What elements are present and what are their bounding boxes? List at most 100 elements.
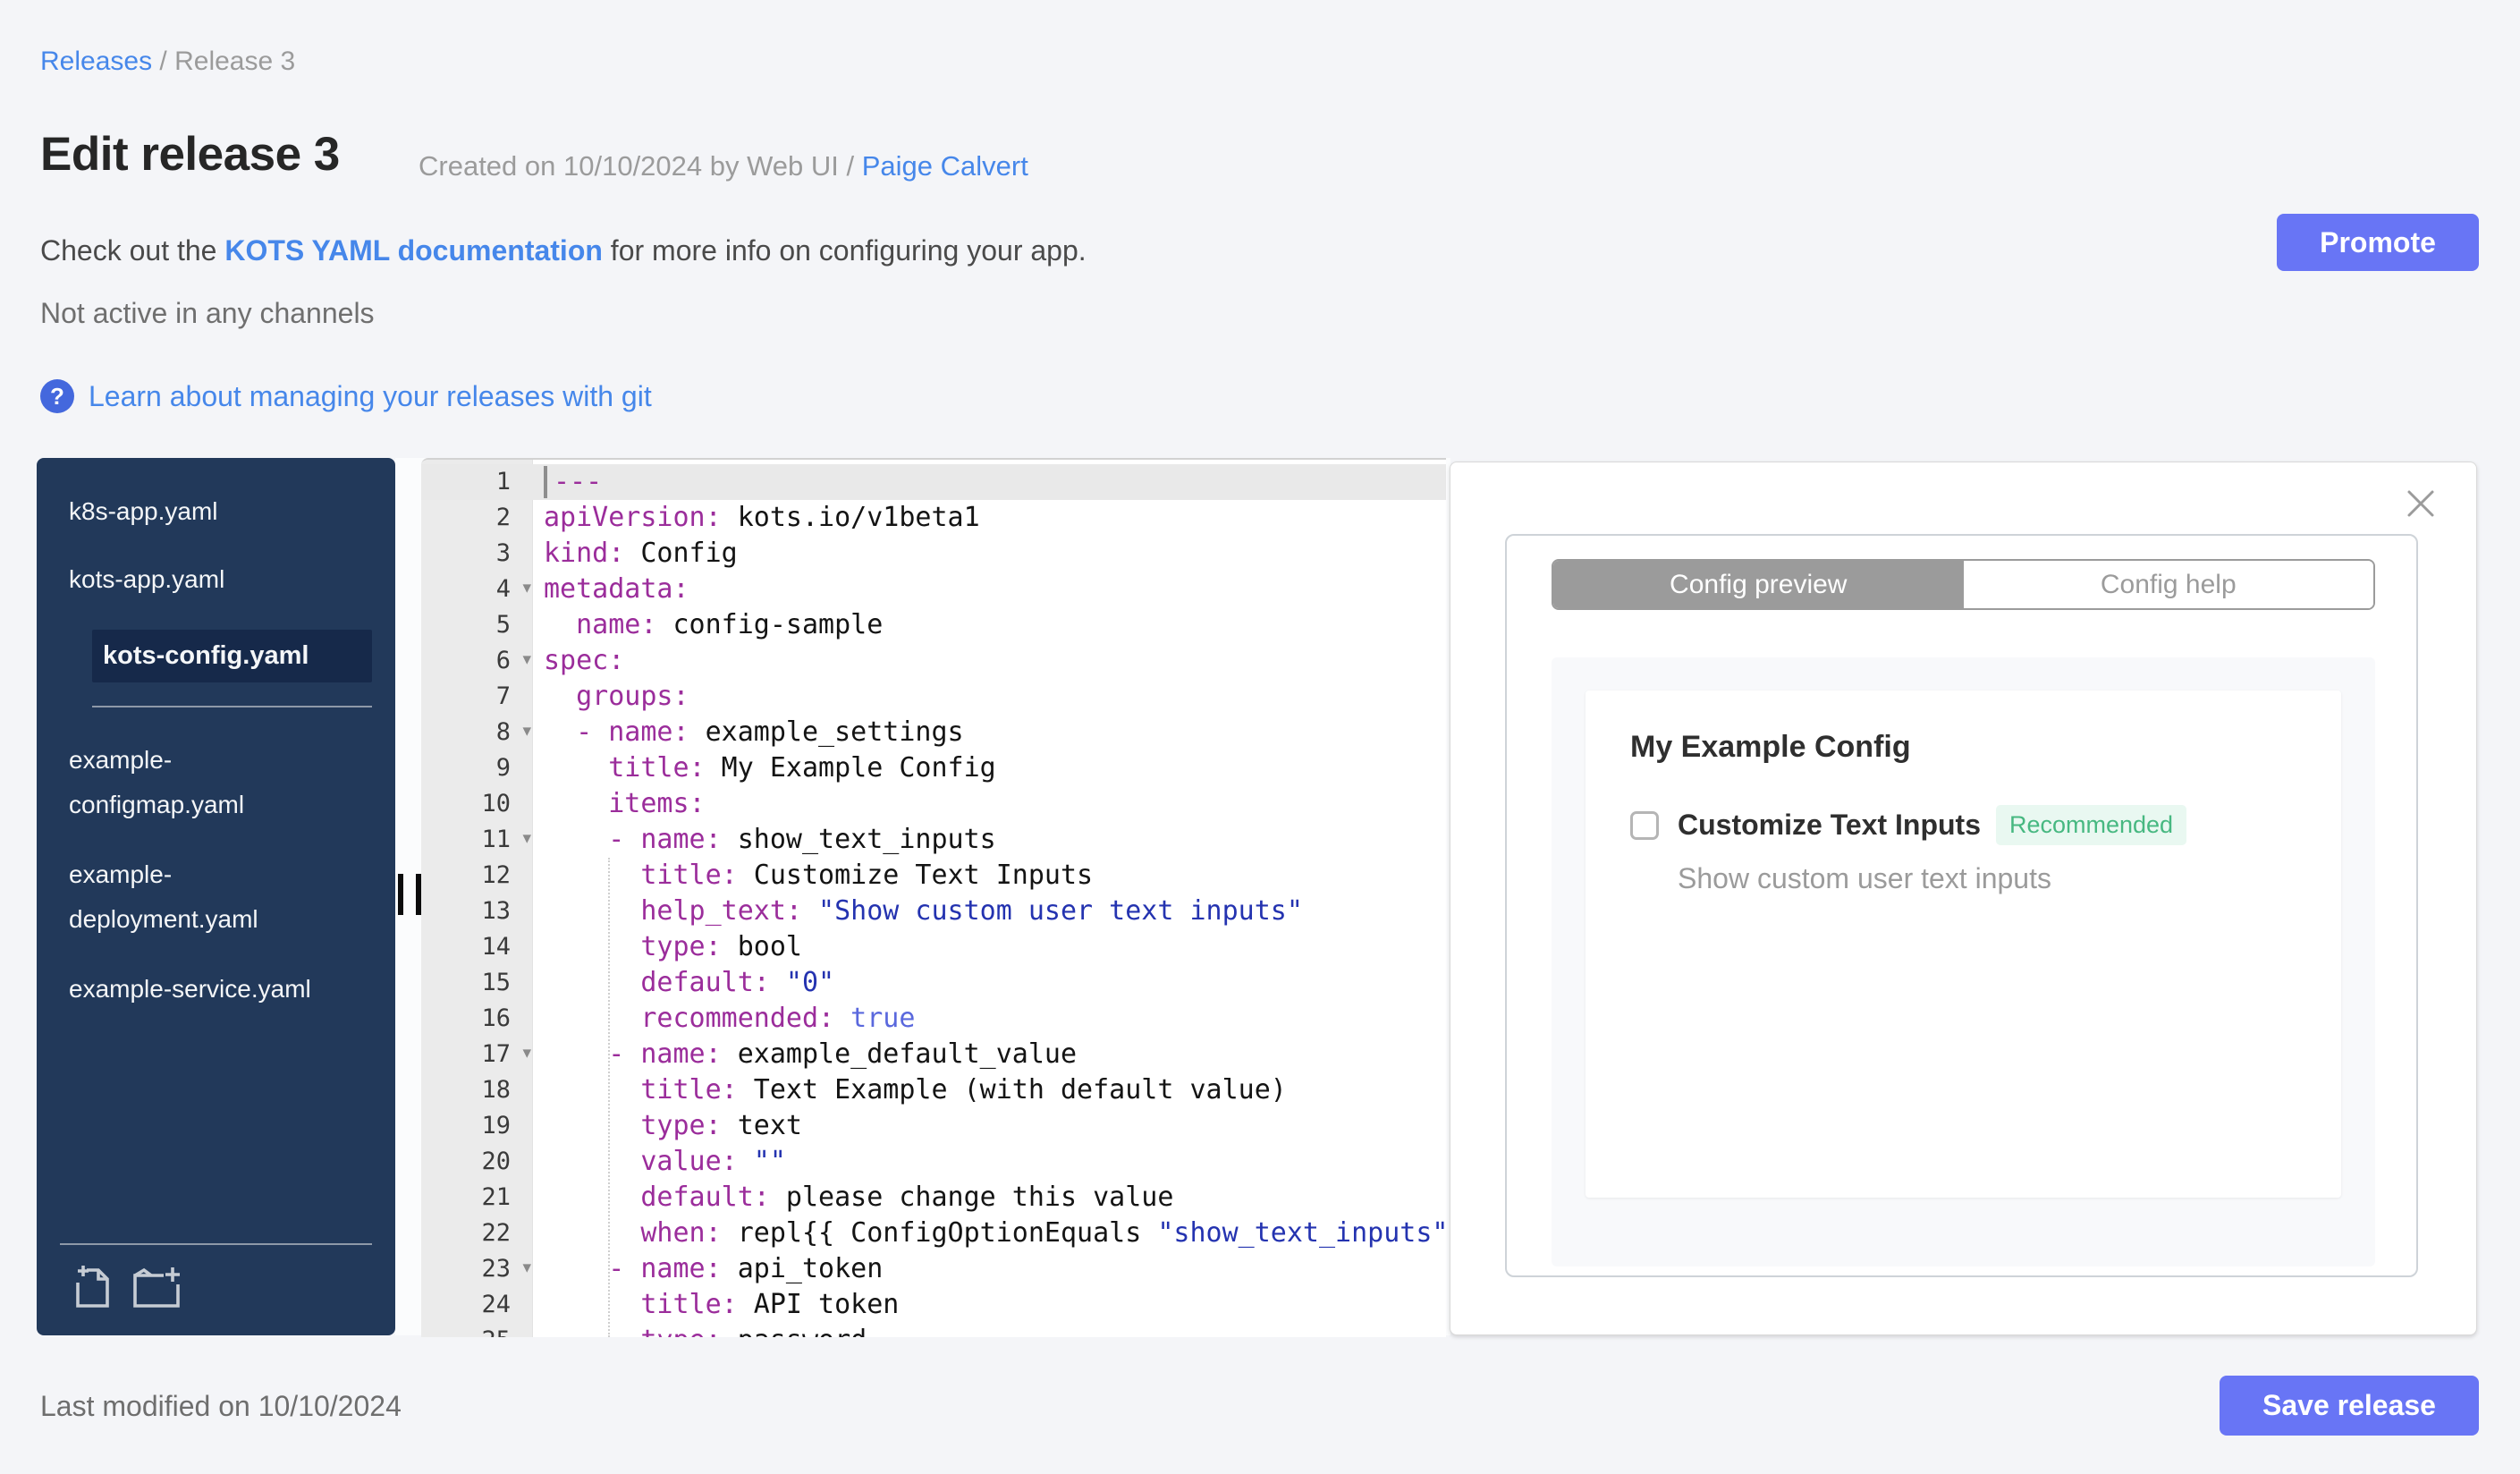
promote-button[interactable]: Promote [2277,214,2479,271]
code-text[interactable]: groups: [532,679,1446,715]
code-line-20[interactable]: 20 value: "" [421,1144,1446,1180]
sidebar-divider [92,706,372,707]
breadcrumb-separator: / [152,47,175,76]
fold-arrow-icon[interactable]: ▾ [522,1035,531,1071]
code-text[interactable]: name: config-sample [532,607,1446,643]
line-number: 11 ▾ [421,822,532,858]
tab-config-help[interactable]: Config help [1963,561,2373,608]
code-text[interactable]: title: Customize Text Inputs [532,858,1446,894]
sidebar-file-selected[interactable]: kots-config.yaml [92,630,372,682]
code-text[interactable]: - name: example_default_value [532,1037,1446,1072]
code-text[interactable]: - name: api_token [532,1251,1446,1287]
fold-arrow-icon[interactable]: ▾ [522,820,531,856]
code-line-13[interactable]: 13 help_text: "Show custom user text inp… [421,894,1446,929]
docs-text-after: for more info on configuring your app. [602,234,1087,267]
code-line-4[interactable]: 4 ▾ metadata: [421,572,1446,607]
sidebar-file-example-service-yaml[interactable]: example-service.yaml [69,967,328,1012]
tab-config-preview[interactable]: Config preview [1553,561,1964,608]
code-line-23[interactable]: 23 ▾ - name: api_token [421,1251,1446,1287]
breadcrumb-current: Release 3 [174,47,296,76]
code-text[interactable]: title: My Example Config [532,750,1446,786]
code-text[interactable]: --- [532,464,1446,500]
code-line-7[interactable]: 7 groups: [421,679,1446,715]
code-line-24[interactable]: 24 title: API token [421,1287,1446,1323]
yaml-editor[interactable]: 1 --- 2 apiVersion: kots.io/v1beta1 3 kind: C… [421,458,1446,1337]
code-text[interactable]: type: text [532,1108,1446,1144]
code-line-19[interactable]: 19 type: text [421,1108,1446,1144]
code-lines[interactable]: 1 --- 2 apiVersion: kots.io/v1beta1 3 kind: C… [421,460,1446,1337]
git-releases-link[interactable]: Learn about managing your releases with … [89,380,652,413]
line-number: 14 [481,933,511,961]
code-line-5[interactable]: 5 name: config-sample [421,607,1446,643]
config-group-title: My Example Config [1630,730,1911,764]
fold-arrow-icon[interactable]: ▾ [522,641,531,677]
code-line-18[interactable]: 18 title: Text Example (with default val… [421,1072,1446,1108]
line-number: 19 [481,1112,511,1139]
code-text[interactable]: spec: [532,643,1446,679]
code-text[interactable]: metadata: [532,572,1446,607]
new-file-icon[interactable] [69,1263,112,1314]
created-line: Created on 10/10/2024 by Web UI / Paige … [419,150,1028,182]
code-text[interactable]: title: API token [532,1287,1446,1323]
line-number: 22 [481,1219,511,1247]
code-text[interactable]: value: "" [532,1144,1446,1180]
code-line-22[interactable]: 22 when: repl{{ ConfigOptionEquals "show… [421,1216,1446,1251]
code-text[interactable]: default: please change this value [532,1180,1446,1216]
close-icon[interactable] [2405,487,2437,520]
code-text[interactable]: apiVersion: kots.io/v1beta1 [532,500,1446,536]
code-text[interactable]: when: repl{{ ConfigOptionEquals "show_te… [532,1216,1446,1251]
fold-arrow-icon[interactable]: ▾ [522,713,531,749]
code-line-15[interactable]: 15 default: "0" [421,965,1446,1001]
code-text[interactable]: - name: example_settings [532,715,1446,750]
code-text[interactable]: - name: show_text_inputs [532,822,1446,858]
line-number: 13 [481,897,511,925]
code-line-8[interactable]: 8 ▾ - name: example_settings [421,715,1446,750]
code-text[interactable]: recommended: true [532,1001,1446,1037]
config-item-label: Customize Text Inputs [1678,809,1981,841]
code-line-25[interactable]: 25 type: password [421,1323,1446,1337]
question-icon[interactable]: ? [40,379,74,413]
code-line-12[interactable]: 12 title: Customize Text Inputs [421,858,1446,894]
line-number: 20 [481,1148,511,1175]
sidebar-file-k8s-app-yaml[interactable]: k8s-app.yaml [69,494,328,529]
code-line-17[interactable]: 17 ▾ - name: example_default_value [421,1037,1446,1072]
code-line-21[interactable]: 21 default: please change this value [421,1180,1446,1216]
code-line-10[interactable]: 10 items: [421,786,1446,822]
preview-body: My Example Config Customize Text Inputs … [1552,657,2375,1266]
code-text[interactable]: help_text: "Show custom user text inputs… [532,894,1446,929]
line-number: 18 [481,1076,511,1104]
code-line-1[interactable]: 1 --- [421,464,1446,500]
file-list: k8s-app.yaml kots-app.yaml kots-config.ya… [37,458,395,1012]
code-text[interactable]: items: [532,786,1446,822]
customize-text-inputs-checkbox[interactable] [1630,810,1659,840]
code-line-3[interactable]: 3 kind: Config [421,536,1446,572]
line-number: 9 [495,754,511,782]
code-text[interactable]: type: bool [532,929,1446,965]
fold-arrow-icon[interactable]: ▾ [522,570,531,606]
new-folder-icon[interactable] [131,1263,183,1314]
sidebar-file-example-deployment-yaml[interactable]: example-deployment.yaml [69,852,328,942]
code-text[interactable]: title: Text Example (with default value) [532,1072,1446,1108]
code-text[interactable]: default: "0" [532,965,1446,1001]
created-by-link[interactable]: Paige Calvert [862,150,1028,182]
fold-arrow-icon[interactable]: ▾ [522,1250,531,1285]
code-line-6[interactable]: 6 ▾ spec: [421,643,1446,679]
text-cursor [544,466,547,498]
config-render-card: My Example Config Customize Text Inputs … [1586,690,2341,1198]
code-line-16[interactable]: 16 recommended: true [421,1001,1446,1037]
code-line-11[interactable]: 11 ▾ - name: show_text_inputs [421,822,1446,858]
breadcrumb-releases-link[interactable]: Releases [40,47,152,76]
indent-guide [608,858,610,1337]
code-line-9[interactable]: 9 title: My Example Config [421,750,1446,786]
code-text[interactable]: kind: Config [532,536,1446,572]
code-line-14[interactable]: 14 type: bool [421,929,1446,965]
sidebar-file-example-configmap-yaml[interactable]: example-configmap.yaml [69,738,328,827]
sidebar-file-kots-app-yaml[interactable]: kots-app.yaml [69,562,328,597]
code-text[interactable]: type: password [532,1323,1446,1337]
save-release-button[interactable]: Save release [2220,1376,2479,1436]
kots-docs-link[interactable]: KOTS YAML documentation [224,234,603,267]
code-line-2[interactable]: 2 apiVersion: kots.io/v1beta1 [421,500,1446,536]
docs-text-before: Check out the [40,234,225,267]
resize-handle-left[interactable] [398,874,421,915]
line-number: 6 ▾ [421,643,532,679]
